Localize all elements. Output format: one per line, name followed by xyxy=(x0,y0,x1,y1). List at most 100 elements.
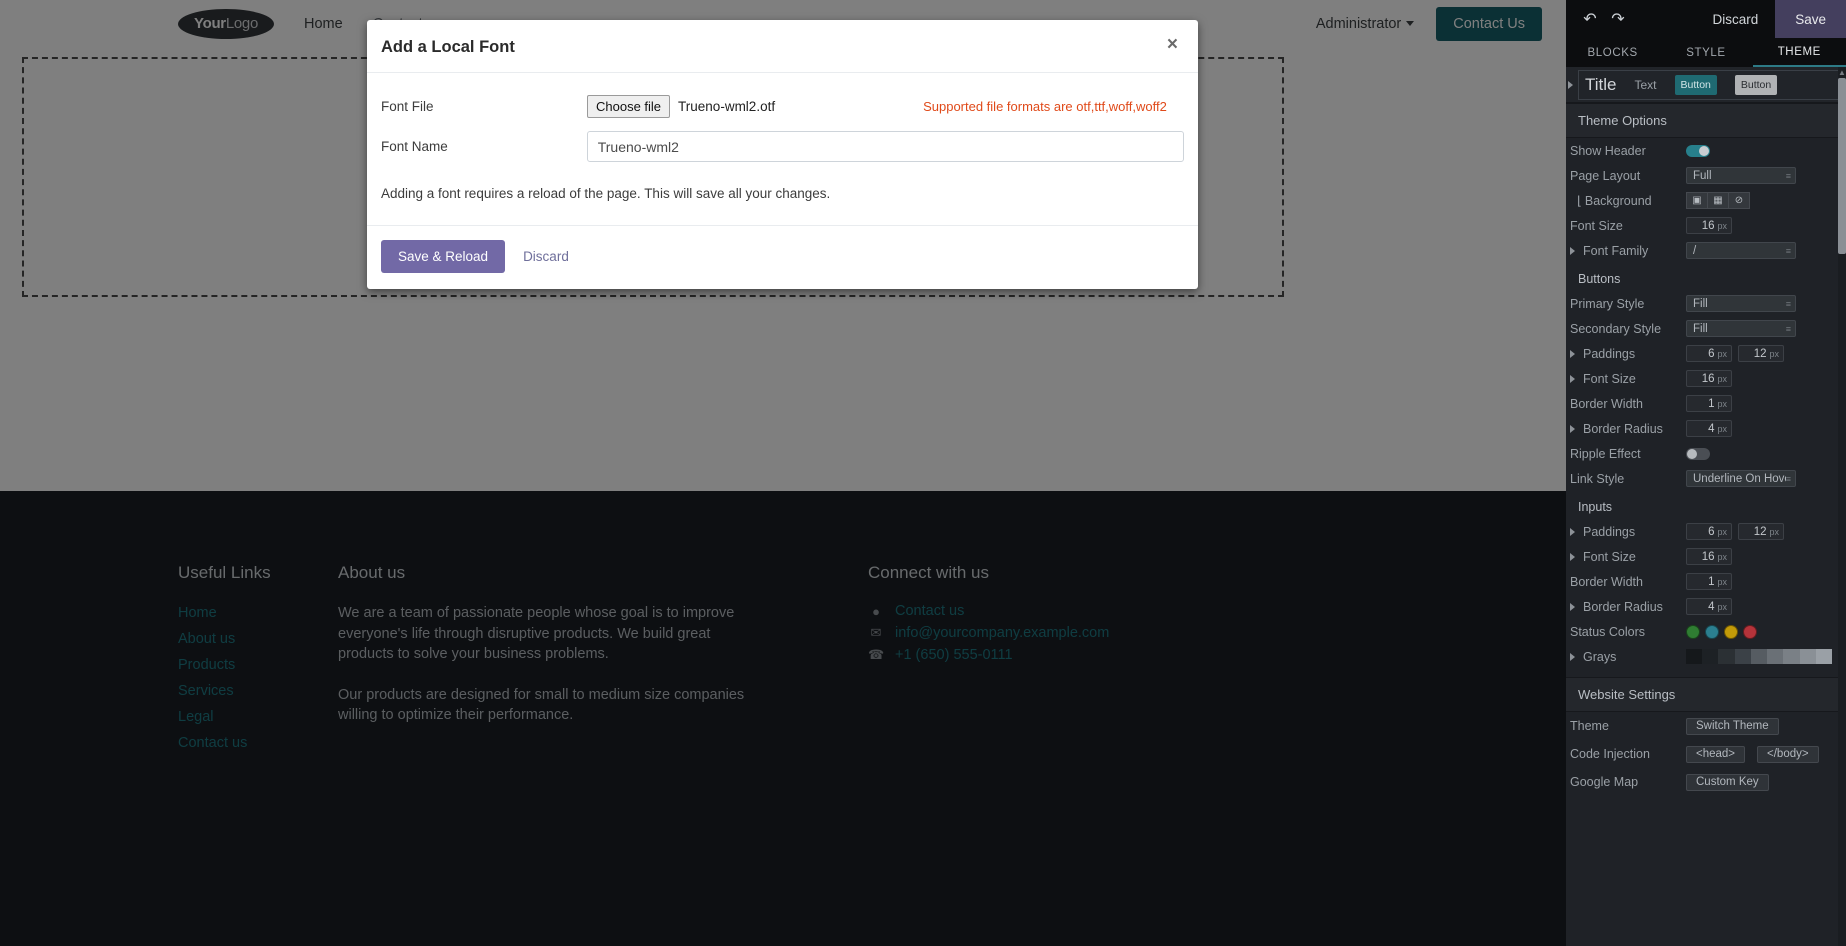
secondary-style-select[interactable]: Fill ≡ xyxy=(1686,320,1796,337)
expand-triangle-icon[interactable] xyxy=(1570,552,1575,561)
select-indicator-icon: ≡ xyxy=(1785,323,1791,334)
button-font-size-value: 16 xyxy=(1701,372,1715,385)
button-border-width-input[interactable]: 1 px xyxy=(1686,395,1732,412)
button-border-radius-label: Border Radius xyxy=(1570,422,1686,436)
expand-triangle-icon[interactable] xyxy=(1570,424,1575,433)
group-buttons-heading: Buttons xyxy=(1578,272,1621,286)
expand-triangle-icon[interactable] xyxy=(1570,602,1575,611)
option-input-border-radius: Border Radius 4 px xyxy=(1566,594,1846,619)
unit-px: px xyxy=(1717,398,1727,409)
button-padding-vertical-value: 6 xyxy=(1708,347,1715,360)
undo-icon[interactable]: ↶ xyxy=(1576,5,1604,33)
expand-triangle-icon[interactable] xyxy=(1570,374,1575,383)
pattern-icon[interactable]: ▦ xyxy=(1707,192,1729,209)
status-color-swatch-0[interactable] xyxy=(1686,624,1700,639)
dialog-footer: Save & Reload Discard xyxy=(367,225,1198,289)
option-page-layout: Page Layout Full ≡ xyxy=(1566,163,1846,188)
code-injection-head-button[interactable]: <head> xyxy=(1686,745,1746,763)
gray-swatch-8[interactable] xyxy=(1815,649,1832,664)
expand-triangle-icon[interactable] xyxy=(1568,80,1573,89)
status-color-swatch-1[interactable] xyxy=(1705,624,1719,639)
panel-scrollbar-thumb[interactable] xyxy=(1838,78,1846,254)
background-label: ⌊ Background xyxy=(1570,193,1686,209)
option-theme-switch: Theme Switch Theme xyxy=(1566,712,1846,740)
image-icon[interactable]: ▣ xyxy=(1686,192,1708,209)
discard-button[interactable]: Discard xyxy=(517,248,575,265)
option-button-paddings: Paddings 6 px 12 px xyxy=(1566,341,1846,366)
tab-style[interactable]: STYLE xyxy=(1659,38,1752,67)
expand-triangle-icon[interactable] xyxy=(1570,527,1575,536)
unit-px: px xyxy=(1769,348,1779,359)
option-grays: Grays xyxy=(1566,644,1846,669)
google-map-label: Google Map xyxy=(1570,775,1639,789)
editor-discard-button[interactable]: Discard xyxy=(1695,0,1775,38)
option-google-map: Google Map Custom Key xyxy=(1566,768,1846,796)
status-color-swatch-2[interactable] xyxy=(1724,624,1738,639)
expand-triangle-icon[interactable] xyxy=(1570,349,1575,358)
none-icon[interactable]: ⊘ xyxy=(1728,192,1750,209)
button-paddings-label-text: Paddings xyxy=(1583,346,1636,361)
theme-font-size-input[interactable]: 16 px xyxy=(1686,217,1732,234)
input-border-width-label: Border Width xyxy=(1570,574,1643,589)
gray-swatch-1[interactable] xyxy=(1702,649,1719,664)
switch-theme-button[interactable]: Switch Theme xyxy=(1686,717,1779,735)
status-color-swatch-3[interactable] xyxy=(1743,624,1757,639)
preview-secondary-button: Button xyxy=(1734,74,1778,95)
button-padding-horizontal-input[interactable]: 12 px xyxy=(1738,345,1784,362)
ripple-effect-label: Ripple Effect xyxy=(1570,446,1641,461)
theme-preview-box[interactable]: Title Text Button Button xyxy=(1578,69,1842,100)
tab-blocks[interactable]: BLOCKS xyxy=(1566,38,1659,67)
input-border-radius-value: 4 xyxy=(1708,600,1715,613)
input-padding-horizontal-input[interactable]: 12 px xyxy=(1738,523,1784,540)
code-injection-body-button[interactable]: </body> xyxy=(1757,745,1819,763)
show-header-toggle[interactable] xyxy=(1686,144,1710,157)
option-background: ⌊ Background ▣ ▦ ⊘ xyxy=(1566,188,1846,213)
gray-swatch-6[interactable] xyxy=(1783,649,1800,664)
primary-style-select[interactable]: Fill ≡ xyxy=(1686,295,1796,312)
input-font-size-input[interactable]: 16 px xyxy=(1686,548,1732,565)
input-border-width-input[interactable]: 1 px xyxy=(1686,573,1732,590)
gray-swatch-7[interactable] xyxy=(1799,649,1816,664)
option-link-style: Link Style Underline On Hover ≡ xyxy=(1566,466,1846,491)
button-border-radius-label-text: Border Radius xyxy=(1583,421,1663,436)
choose-file-button[interactable]: Choose file xyxy=(587,95,671,118)
font-family-select[interactable]: / ≡ xyxy=(1686,242,1796,259)
code-injection-buttons: <head> </body> xyxy=(1686,745,1819,763)
option-button-font-size: Font Size 16 px xyxy=(1566,366,1846,391)
gray-swatch-3[interactable] xyxy=(1734,649,1751,664)
unit-px: px xyxy=(1717,373,1727,384)
input-padding-vertical-input[interactable]: 6 px xyxy=(1686,523,1732,540)
input-border-radius-input[interactable]: 4 px xyxy=(1686,598,1732,615)
theme-font-size-label: Font Size xyxy=(1570,218,1623,233)
button-padding-vertical-input[interactable]: 6 px xyxy=(1686,345,1732,362)
gray-swatch-5[interactable] xyxy=(1767,649,1784,664)
option-input-paddings: Paddings 6 px 12 px xyxy=(1566,519,1846,544)
button-border-radius-input[interactable]: 4 px xyxy=(1686,420,1732,437)
expand-triangle-icon[interactable] xyxy=(1570,246,1575,255)
background-label-text: Background xyxy=(1584,193,1652,208)
gray-palette-strip[interactable] xyxy=(1686,649,1832,664)
ripple-effect-toggle[interactable] xyxy=(1686,447,1710,460)
option-show-header: Show Header xyxy=(1566,138,1846,163)
redo-icon[interactable]: ↷ xyxy=(1604,5,1632,33)
gray-swatch-4[interactable] xyxy=(1750,649,1768,664)
page-layout-select[interactable]: Full ≡ xyxy=(1686,167,1796,184)
button-font-size-label: Font Size xyxy=(1570,372,1686,386)
font-name-input[interactable] xyxy=(586,131,1184,162)
editor-save-button[interactable]: Save xyxy=(1775,0,1846,38)
google-map-custom-key-button[interactable]: Custom Key xyxy=(1686,773,1769,791)
link-style-select[interactable]: Underline On Hover ≡ xyxy=(1686,470,1796,487)
button-font-size-input[interactable]: 16 px xyxy=(1686,370,1732,387)
add-local-font-dialog: Add a Local Font × Font File Choose file… xyxy=(367,20,1198,289)
save-and-reload-button[interactable]: Save & Reload xyxy=(381,240,506,273)
expand-triangle-icon[interactable] xyxy=(1570,652,1575,661)
close-icon[interactable]: × xyxy=(1161,34,1184,55)
unit-px: px xyxy=(1717,576,1727,587)
gray-swatch-0[interactable] xyxy=(1686,649,1703,664)
input-padding-horizontal-value: 12 xyxy=(1753,525,1767,538)
tab-theme[interactable]: THEME xyxy=(1752,38,1846,67)
scroll-up-arrow-icon[interactable]: ▲ xyxy=(1838,67,1846,78)
gray-swatch-2[interactable] xyxy=(1718,649,1735,664)
button-paddings-controls: 6 px 12 px xyxy=(1686,345,1784,362)
primary-style-value: Fill xyxy=(1693,297,1708,310)
